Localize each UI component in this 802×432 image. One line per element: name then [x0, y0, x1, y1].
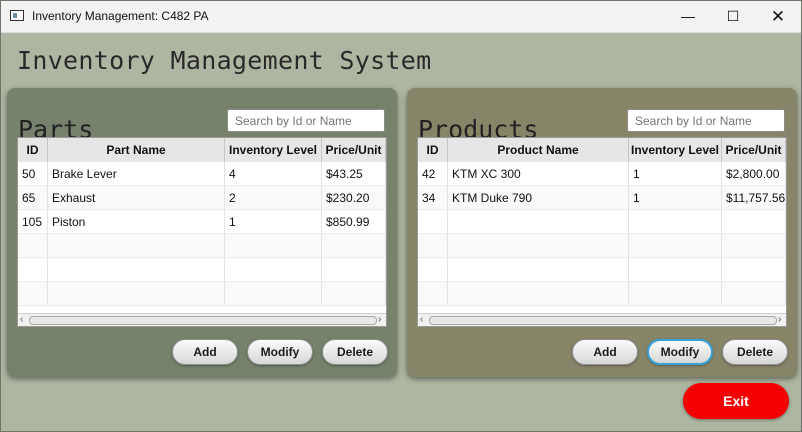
cell-product-name: KTM Duke 790: [448, 186, 629, 209]
empty-row: [18, 258, 386, 282]
title-bar[interactable]: Inventory Management: C482 PA — ☐ ✕: [1, 1, 801, 33]
empty-row: [418, 210, 786, 234]
products-add-button[interactable]: Add: [572, 339, 638, 365]
maximize-icon[interactable]: ☐: [710, 1, 756, 32]
table-row[interactable]: 65 Exhaust 2 $230.20: [18, 186, 386, 210]
products-table-header: ID Product Name Inventory Level Price/Un…: [418, 138, 786, 163]
cell-price: $43.25: [322, 162, 386, 185]
products-search-input[interactable]: [627, 109, 785, 132]
horizontal-scrollbar[interactable]: ‹ ›: [418, 313, 786, 326]
scrollbar-thumb[interactable]: [429, 316, 777, 325]
parts-modify-button[interactable]: Modify: [247, 339, 313, 365]
horizontal-scrollbar[interactable]: ‹ ›: [18, 313, 386, 326]
parts-add-button[interactable]: Add: [172, 339, 238, 365]
scroll-left-icon[interactable]: ‹: [20, 314, 23, 326]
cell-inventory-level: 1: [225, 210, 322, 233]
parts-table[interactable]: ID Part Name Inventory Level Price/Unit …: [17, 137, 387, 327]
cell-part-name: Piston: [48, 210, 225, 233]
app-icon: [10, 10, 24, 21]
empty-row: [18, 282, 386, 306]
table-row[interactable]: 105 Piston 1 $850.99: [18, 210, 386, 234]
parts-table-header: ID Part Name Inventory Level Price/Unit: [18, 138, 386, 163]
table-row[interactable]: 50 Brake Lever 4 $43.25: [18, 162, 386, 186]
scroll-left-icon[interactable]: ‹: [420, 314, 423, 326]
column-header-id[interactable]: ID: [18, 138, 48, 162]
column-header-price-unit[interactable]: Price/Unit: [722, 138, 786, 162]
close-icon[interactable]: ✕: [755, 1, 801, 32]
cell-id: 105: [18, 210, 48, 233]
scrollbar-thumb[interactable]: [29, 316, 377, 325]
window-title: Inventory Management: C482 PA: [32, 9, 209, 23]
empty-row: [418, 258, 786, 282]
cell-price: $230.20: [322, 186, 386, 209]
scroll-right-icon[interactable]: ›: [378, 314, 381, 326]
column-header-inventory-level[interactable]: Inventory Level: [225, 138, 322, 162]
products-modify-button[interactable]: Modify: [647, 339, 713, 365]
products-panel: Products ID Product Name Inventory Level…: [407, 88, 797, 377]
cell-product-name: KTM XC 300: [448, 162, 629, 185]
cell-inventory-level: 4: [225, 162, 322, 185]
app-window: Inventory Management: C482 PA — ☐ ✕ Inve…: [0, 0, 802, 432]
parts-search-input[interactable]: [227, 109, 385, 132]
cell-id: 50: [18, 162, 48, 185]
empty-row: [18, 234, 386, 258]
page-title: Inventory Management System: [17, 46, 432, 75]
cell-price: $850.99: [322, 210, 386, 233]
cell-id: 34: [418, 186, 448, 209]
cell-inventory-level: 2: [225, 186, 322, 209]
parts-panel: Parts ID Part Name Inventory Level Price…: [7, 88, 397, 377]
minimize-icon[interactable]: —: [665, 1, 711, 32]
cell-inventory-level: 1: [629, 186, 722, 209]
scroll-right-icon[interactable]: ›: [778, 314, 781, 326]
products-delete-button[interactable]: Delete: [722, 339, 788, 365]
exit-button[interactable]: Exit: [683, 383, 789, 419]
cell-price: $2,800.00: [722, 162, 786, 185]
empty-row: [418, 234, 786, 258]
cell-inventory-level: 1: [629, 162, 722, 185]
products-table[interactable]: ID Product Name Inventory Level Price/Un…: [417, 137, 787, 327]
cell-part-name: Brake Lever: [48, 162, 225, 185]
column-header-product-name[interactable]: Product Name: [448, 138, 629, 162]
table-row[interactable]: 42 KTM XC 300 1 $2,800.00: [418, 162, 786, 186]
cell-id: 42: [418, 162, 448, 185]
empty-row: [418, 282, 786, 306]
column-header-inventory-level[interactable]: Inventory Level: [629, 138, 722, 162]
column-header-part-name[interactable]: Part Name: [48, 138, 225, 162]
table-row[interactable]: 34 KTM Duke 790 1 $11,757.56: [418, 186, 786, 210]
column-header-price-unit[interactable]: Price/Unit: [322, 138, 386, 162]
cell-id: 65: [18, 186, 48, 209]
parts-delete-button[interactable]: Delete: [322, 339, 388, 365]
cell-price: $11,757.56: [722, 186, 786, 209]
column-header-id[interactable]: ID: [418, 138, 448, 162]
cell-part-name: Exhaust: [48, 186, 225, 209]
